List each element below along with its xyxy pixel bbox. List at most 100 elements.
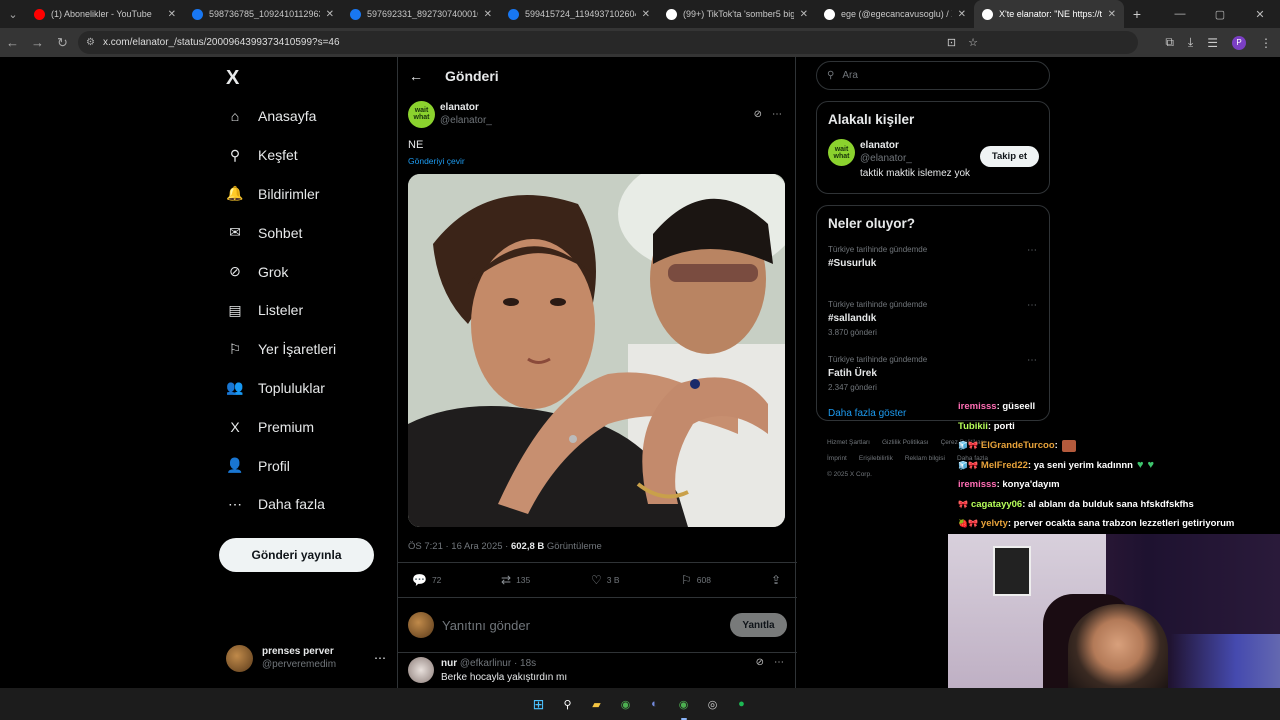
account-switcher[interactable]: prenses perver @perveremedim ⋯ — [226, 643, 386, 673]
browser-tab[interactable]: 599415724_1194937102604271 ✕ — [500, 0, 658, 28]
bookmark-action[interactable]: ⚐ 608 — [681, 573, 771, 587]
site-info-icon[interactable]: ⚙ — [86, 37, 95, 48]
related-name[interactable]: elanator — [860, 140, 899, 151]
extensions-icon[interactable]: ⧉ — [1165, 35, 1174, 50]
footer-link[interactable]: İmprint — [827, 455, 847, 462]
start-icon[interactable]: ⊞ — [529, 694, 549, 714]
chrome-icon[interactable]: ◉ — [616, 694, 636, 714]
search-icon[interactable]: ⚲ — [558, 694, 578, 714]
profile-avatar[interactable]: P — [1232, 35, 1246, 50]
trend-count: 3.870 gönderi — [828, 328, 877, 337]
repost-action[interactable]: ⇄ 135 — [501, 573, 591, 587]
more-icon[interactable]: ⋯ — [1027, 300, 1037, 311]
browser-menu-icon[interactable]: ⋮ — [1260, 36, 1272, 50]
post-button[interactable]: Gönderi yayınla — [219, 538, 374, 572]
avatar[interactable] — [408, 657, 434, 683]
tweet-meta: ÖS 7:21 · 16 Ara 2025 · 602,8 B Görüntül… — [408, 541, 786, 552]
grok-icon[interactable]: ⊘ — [756, 657, 764, 685]
close-tab-icon[interactable]: ✕ — [326, 9, 334, 20]
search-input[interactable]: ⚲ Ara — [816, 61, 1050, 90]
sidebar-item-premium[interactable]: X Premium — [224, 407, 336, 446]
browser-tab[interactable]: 597692331_8927307400016451 ✕ — [342, 0, 500, 28]
footer-link[interactable]: © 2025 X Corp. — [827, 471, 872, 478]
minimize-icon[interactable]: — — [1160, 8, 1200, 20]
reply-tweet[interactable]: nur @efkarlinur · 18s Berke hocayla yakı… — [408, 657, 788, 685]
sidebar-item-profil[interactable]: 👤 Profil — [224, 446, 336, 485]
share-action[interactable]: ⇪ — [771, 573, 781, 587]
more-icon[interactable]: ⋯ — [772, 109, 782, 120]
reply-button[interactable]: Yanıtla — [730, 613, 787, 637]
tweet-image[interactable] — [408, 174, 785, 527]
browser-tab[interactable]: ege (@egecancavusoglu) / X ✕ — [816, 0, 974, 28]
reply-author-name[interactable]: nur — [441, 658, 457, 669]
close-window-icon[interactable]: ✕ — [1240, 8, 1280, 21]
footer-link[interactable]: Erişilebilirlik — [859, 455, 893, 462]
sidebar-item-grok[interactable]: ⊘ Grok — [224, 252, 336, 291]
reply-author-handle[interactable]: @efkarlinur · 18s — [460, 658, 536, 669]
obs-icon[interactable]: ◎ — [703, 694, 723, 714]
translate-link[interactable]: Gönderiyi çevir — [408, 156, 786, 166]
close-tab-icon[interactable]: ✕ — [800, 9, 808, 20]
sidebar-item-yer-i̇şaretleri[interactable]: ⚐ Yer İşaretleri — [224, 330, 336, 369]
reply-count: 72 — [431, 575, 442, 585]
follow-button[interactable]: Takip et — [980, 146, 1039, 167]
sidebar-item-listeler[interactable]: ▤ Listeler — [224, 291, 336, 330]
footer-link[interactable]: Hizmet Şartları — [827, 439, 870, 446]
like-action[interactable]: ♡ 3 B — [591, 573, 681, 587]
file-explorer-icon[interactable]: ▰ — [587, 694, 607, 714]
sidebar-item-topluluklar[interactable]: 👥 Topluluklar — [224, 369, 336, 408]
more-icon[interactable]: ⋯ — [374, 651, 386, 665]
discord-icon[interactable]: ◐ — [645, 694, 665, 714]
forward-icon[interactable]: → — [25, 35, 50, 50]
trend-name: #Susurluk — [828, 258, 877, 269]
tab-title: 597692331_8927307400016451 — [367, 9, 478, 19]
close-tab-icon[interactable]: ✕ — [1108, 9, 1116, 20]
reply-icon: 💬 — [412, 573, 427, 587]
address-bar[interactable]: ⚙ x.com/elanator_/status/200096439937341… — [78, 31, 1138, 54]
chrome-active-icon[interactable]: ◉ — [674, 694, 694, 720]
close-tab-icon[interactable]: ✕ — [484, 9, 492, 20]
close-tab-icon[interactable]: ✕ — [958, 9, 966, 20]
more-icon[interactable]: ⋯ — [774, 657, 784, 685]
spotify-icon[interactable]: ● — [732, 694, 752, 714]
sidebar-item-label: Daha fazla — [258, 496, 325, 513]
sidebar-item-daha-fazla[interactable]: ⋯ Daha fazla — [224, 485, 336, 524]
more-icon[interactable]: ⋯ — [1027, 355, 1037, 366]
maximize-icon[interactable]: ▢ — [1200, 8, 1240, 21]
tweet-author-name[interactable]: elanator — [440, 102, 479, 113]
reading-list-icon[interactable]: ☰ — [1207, 36, 1218, 50]
sidebar-item-anasayfa[interactable]: ⌂ Anasayfa — [224, 97, 336, 136]
browser-tab[interactable]: (99+) TikTok'ta 'somber5 big5' s ✕ — [658, 0, 816, 28]
footer-link[interactable]: Gizlilik Politikası — [882, 439, 929, 446]
browser-tab[interactable]: (1) Abonelikler - YouTube ✕ — [26, 0, 184, 28]
tweet-author-handle[interactable]: @elanator_ — [440, 115, 492, 126]
browser-tab[interactable]: X'te elanator: "NE https://t.co/i ✕ — [974, 0, 1124, 28]
grok-icon[interactable]: ⊘ — [754, 109, 762, 120]
trend-item[interactable]: Türkiye tarihinde gündemde #sallandık 3.87… — [817, 298, 1049, 353]
back-icon[interactable]: ← — [0, 35, 25, 50]
related-handle[interactable]: @elanator_ — [860, 153, 912, 164]
sidebar-item-bildirimler[interactable]: 🔔 Bildirimler — [224, 175, 336, 214]
browser-tab[interactable]: 598736785_1092410112963637 ✕ — [184, 0, 342, 28]
close-tab-icon[interactable]: ✕ — [642, 9, 650, 20]
trend-item[interactable]: Türkiye tarihinde gündemde #Susurluk ⋯ — [817, 243, 1049, 298]
more-icon[interactable]: ⋯ — [1027, 245, 1037, 256]
reload-icon[interactable]: ↻ — [50, 35, 75, 51]
tweet-avatar[interactable]: wait what — [408, 100, 435, 128]
reply-input[interactable]: Yanıtını gönder — [442, 618, 530, 633]
bookmark-count: 608 — [696, 575, 711, 585]
reply-action[interactable]: 💬 72 — [412, 573, 501, 587]
sidebar-item-keşfet[interactable]: ⚲ Keşfet — [224, 136, 336, 175]
tab-search-icon[interactable]: ⌄ — [0, 0, 26, 28]
tweet-timestamp[interactable]: ÖS 7:21 · 16 Ara 2025 · — [408, 541, 511, 552]
related-avatar[interactable]: wait what — [828, 139, 855, 166]
new-tab-button[interactable]: + — [1124, 0, 1150, 28]
close-tab-icon[interactable]: ✕ — [168, 9, 176, 20]
footer-link[interactable]: Reklam bilgisi — [905, 455, 945, 462]
back-arrow-icon[interactable]: ← — [409, 68, 423, 84]
bookmark-star-icon[interactable]: ☆ — [968, 36, 978, 49]
install-icon[interactable]: ⊡ — [947, 36, 956, 49]
download-icon[interactable]: ⤓ — [1188, 35, 1193, 50]
x-logo-icon[interactable]: X — [226, 67, 239, 90]
sidebar-item-sohbet[interactable]: ✉ Sohbet — [224, 213, 336, 252]
